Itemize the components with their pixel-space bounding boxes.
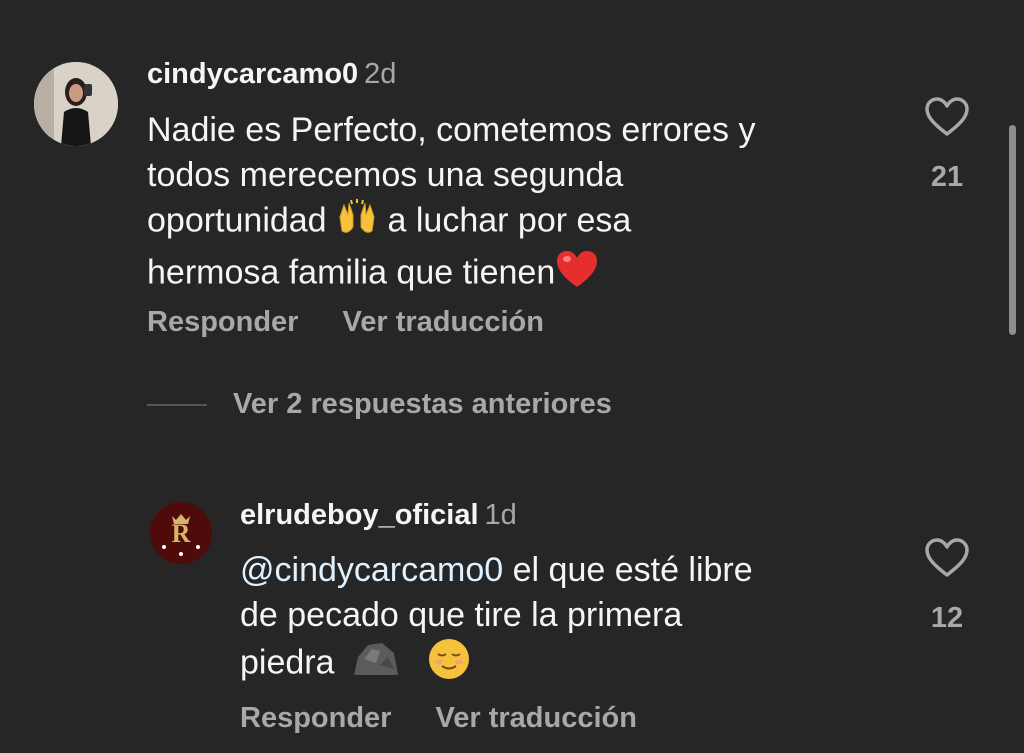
mention-link[interactable]: @cindycarcamo0: [240, 551, 503, 589]
relieved-face-emoji: [427, 637, 471, 693]
reply-button[interactable]: Responder: [147, 306, 298, 338]
comment-line: piedra: [240, 637, 900, 693]
reply-button[interactable]: Responder: [240, 702, 391, 734]
comment-line-part: a luchar por esa: [387, 201, 632, 240]
comment-line: de pecado que tire la primera: [240, 595, 683, 634]
comment-line-part: oportunidad: [147, 201, 327, 240]
comment-text: Nadie es Perfecto, cometemos errores y t…: [147, 108, 887, 300]
view-replies-label[interactable]: Ver 2 respuestas anteriores: [233, 388, 612, 420]
comment-line-part: piedra: [240, 643, 335, 682]
timestamp: 1d: [484, 499, 517, 531]
rock-emoji: [350, 639, 402, 691]
username[interactable]: elrudeboy_oficial: [240, 499, 479, 531]
raising-hands-emoji: [336, 197, 378, 249]
heart-outline-icon[interactable]: [917, 537, 977, 584]
view-replies[interactable]: Ver 2 respuestas anteriores: [147, 388, 612, 421]
comment-line: todos merecemos una segunda: [147, 155, 624, 194]
comment-line-part: el que esté libre: [512, 551, 753, 589]
translate-button[interactable]: Ver traducción: [435, 702, 636, 734]
avatar[interactable]: R: [150, 502, 212, 564]
comment-line-part: hermosa familia que tienen: [147, 253, 556, 292]
like-count: 21: [930, 161, 964, 193]
like-count: 12: [930, 602, 964, 634]
username[interactable]: cindycarcamo0: [147, 58, 358, 90]
scrollbar[interactable]: [1009, 125, 1016, 335]
translate-button[interactable]: Ver traducción: [342, 306, 543, 338]
comment-line: @cindycarcamo0 el que esté libre: [240, 548, 900, 593]
heart-outline-icon[interactable]: [917, 96, 977, 143]
like-section: 12: [917, 537, 977, 635]
like-section: 21: [917, 96, 977, 194]
divider: [147, 403, 207, 406]
red-heart-emoji: [555, 249, 599, 301]
comment-line: hermosa familia que tienen: [147, 249, 887, 301]
timestamp: 2d: [364, 58, 397, 90]
avatar[interactable]: [34, 62, 118, 146]
comment-line: Nadie es Perfecto, cometemos errores y: [147, 111, 756, 149]
comment-line: oportunidad a luchar por esa: [147, 197, 887, 249]
comment-text: @cindycarcamo0 el que esté libre de peca…: [240, 548, 900, 693]
